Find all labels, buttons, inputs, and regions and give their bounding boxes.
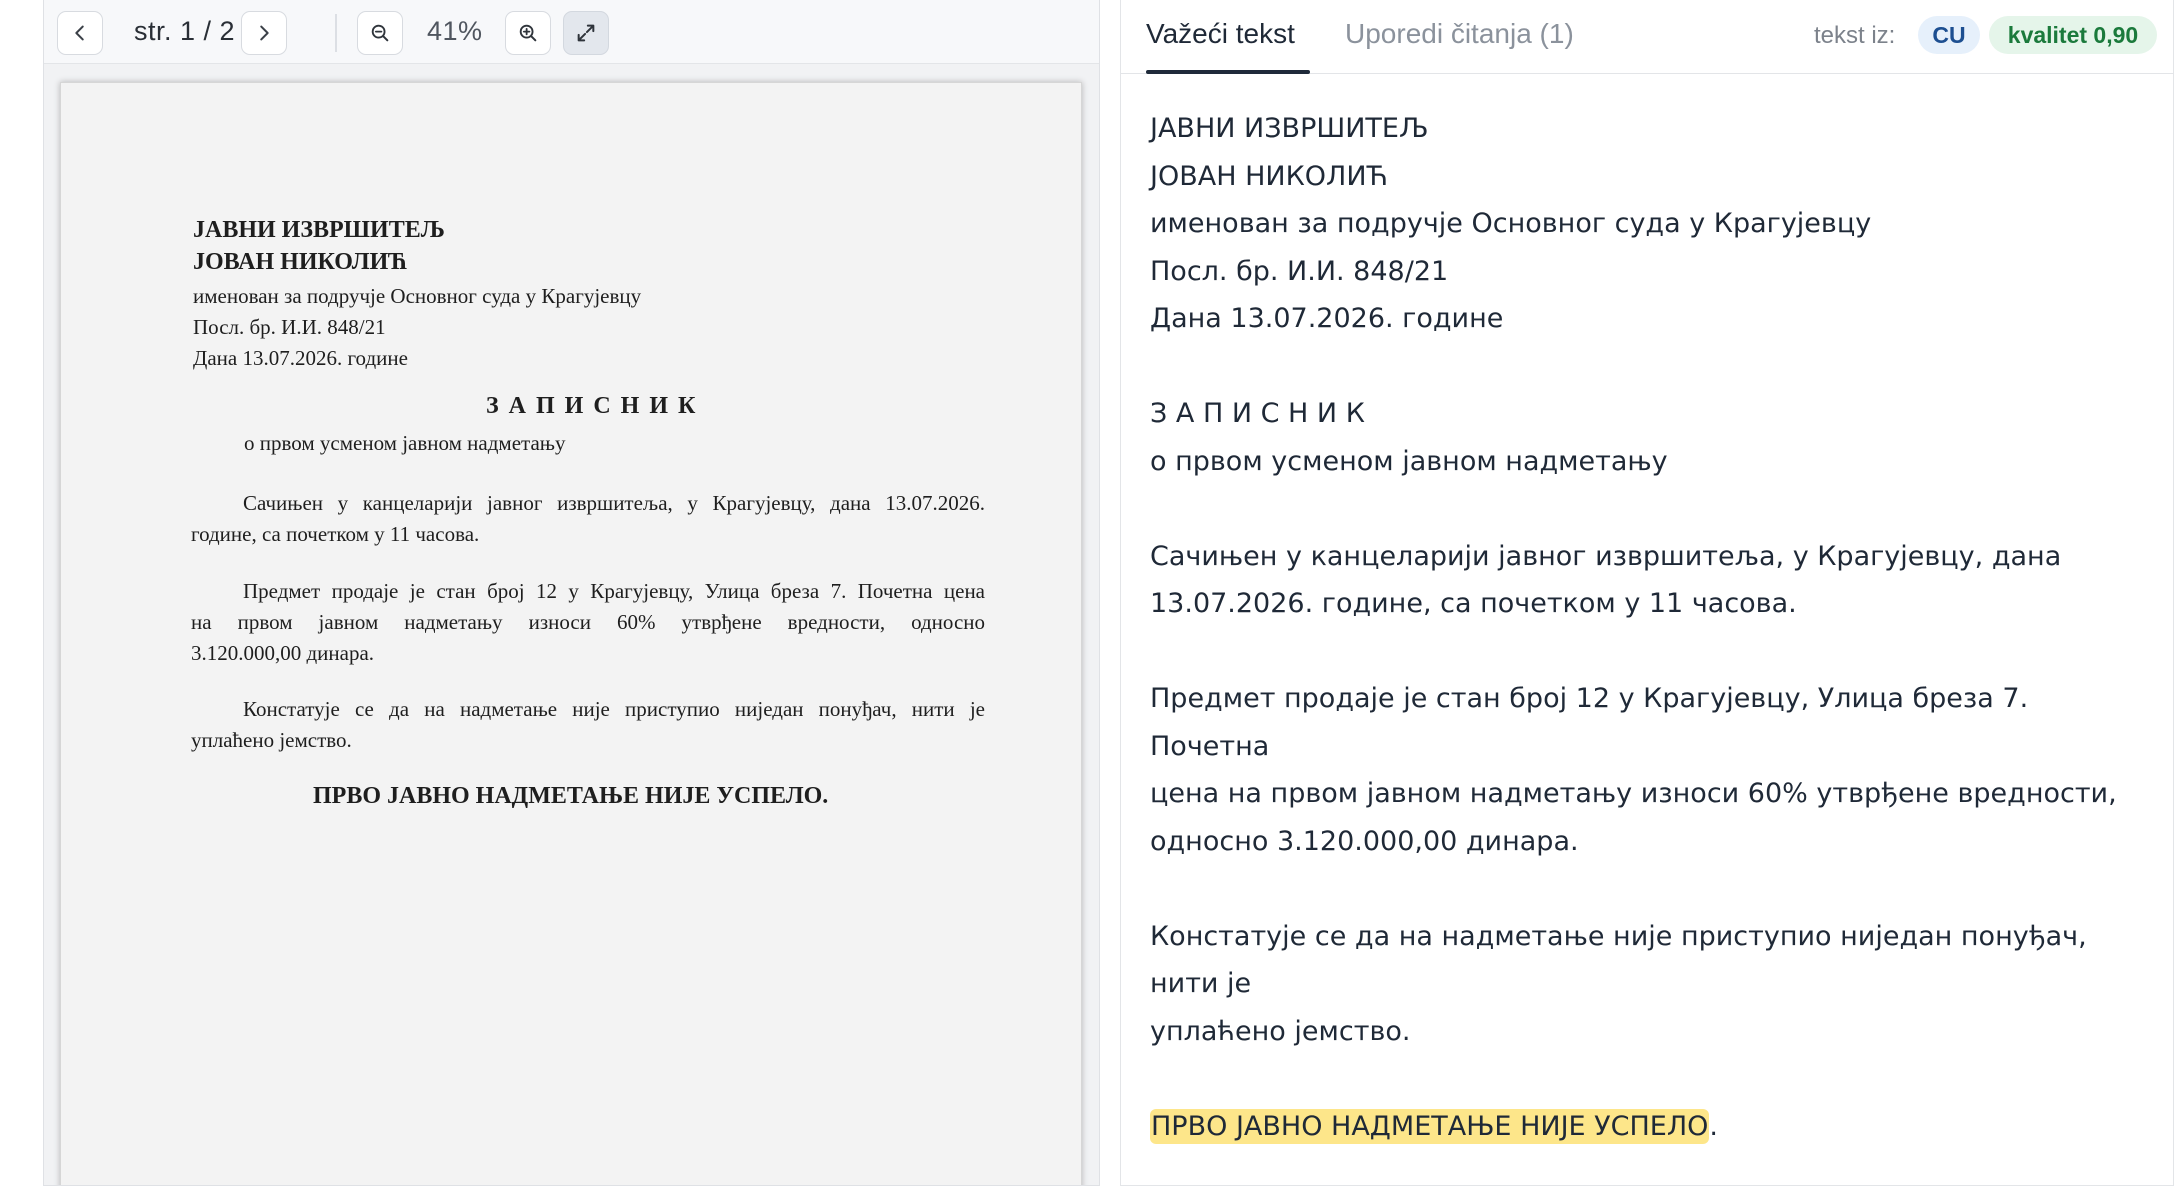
active-tab-indicator <box>1146 70 1310 74</box>
quality-badge: kvalitet 0,90 <box>1989 16 2157 54</box>
document-viewer: str. 1 / 2 41% ЈАВНИ ИЗВРШИТЕЉ ЈОВАН НИК… <box>43 0 1100 1186</box>
chevron-right-icon <box>260 25 269 41</box>
transcript-line: односно 3.120.000,00 динара. <box>1150 825 1579 857</box>
fit-page-button[interactable] <box>563 11 609 55</box>
panel-tabs: Važeći tekst Uporedi čitanja (1) tekst i… <box>1121 0 2173 74</box>
transcript-panel: Važeći tekst Uporedi čitanja (1) tekst i… <box>1120 0 2174 1186</box>
transcript-line: ЈАВНИ ИЗВРШИТЕЉ <box>1150 113 1429 144</box>
transcript-line: ЈОВАН НИКОЛИЋ <box>1150 160 1388 192</box>
scan-line: Посл. бр. И.И. 848/21 <box>193 315 386 339</box>
viewer-toolbar: str. 1 / 2 41% <box>44 0 1099 64</box>
scan-line: Констатује се да на надметање није прист… <box>243 697 985 721</box>
highlighted-segment[interactable]: ПРВО ЈАВНО НАДМЕТАЊЕ НИЈЕ УСПЕЛО <box>1150 1108 1710 1144</box>
transcript-line: именован за подручје Основног суда у Кра… <box>1150 208 1872 239</box>
zoom-out-button[interactable] <box>357 11 403 55</box>
scan-line: 3.120.000,00 динара. <box>191 641 375 665</box>
chevron-left-icon <box>75 25 84 41</box>
transcript-text: ЈАВНИ ИЗВРШИТЕЉ ЈОВАН НИКОЛИЋ именован з… <box>1150 105 2150 1150</box>
scanned-document: ЈАВНИ ИЗВРШИТЕЉ ЈОВАН НИКОЛИЋ именован з… <box>61 83 1081 1185</box>
transcript-line: Посл. бр. И.И. 848/21 <box>1150 255 1449 287</box>
source-badge: CU <box>1918 16 1980 54</box>
transcript-line: 13.07.2026. године, са почетком у 11 час… <box>1150 588 1797 619</box>
tab-valid-text[interactable]: Važeći tekst <box>1146 18 1295 50</box>
source-label: tekst iz: <box>1814 22 1896 49</box>
scan-line: године, са почетком у 11 часова. <box>191 522 480 546</box>
scan-conclusion: ПРВО ЈАВНО НАДМЕТАЊЕ НИЈЕ УСПЕЛО. <box>313 783 829 809</box>
zoom-out-icon <box>371 24 389 42</box>
transcript-line: З А П И С Н И К <box>1150 398 1365 429</box>
transcript-line: Дана 13.07.2026. године <box>1150 303 1504 334</box>
scan-heading-1: ЈАВНИ ИЗВРШИТЕЉ <box>193 217 445 243</box>
scan-subtitle: о првом усменом јавном надметању <box>244 431 566 455</box>
transcript-line: ПРВО ЈАВНО НАДМЕТАЊЕ НИЈЕ УСПЕЛО. <box>1150 1103 2150 1151</box>
scan-line: уплаћено јемство. <box>191 728 352 752</box>
tab-compare-readings[interactable]: Uporedi čitanja (1) <box>1345 18 1574 50</box>
scan-line: Сачињен у канцеларији јавног извршитеља,… <box>243 491 985 515</box>
scan-line: Предмет продаје је стан број 12 у Крагуј… <box>243 579 985 603</box>
document-page: ЈАВНИ ИЗВРШИТЕЉ ЈОВАН НИКОЛИЋ именован з… <box>60 82 1082 1185</box>
zoom-in-button[interactable] <box>505 11 551 55</box>
expand-icon <box>577 24 595 42</box>
transcript-line: Сачињен у канцеларији јавног извршитеља,… <box>1150 540 2062 572</box>
transcript-line: Констатује се да на надметање није прист… <box>1150 920 2087 1000</box>
prev-page-button[interactable] <box>57 11 103 55</box>
zoom-level: 41% <box>427 16 483 46</box>
scan-heading-2: ЈОВАН НИКОЛИЋ <box>193 249 408 275</box>
next-page-button[interactable] <box>241 11 287 55</box>
page-indicator: str. 1 / 2 <box>134 16 236 46</box>
scan-title: З А П И С Н И К <box>486 393 698 419</box>
scan-line: Дана 13.07.2026. године <box>193 346 408 370</box>
transcript-line: о првом усменом јавном надметању <box>1150 445 1668 477</box>
scan-line: именован за подручје Основног суда у Кра… <box>193 284 642 308</box>
zoom-in-icon <box>519 24 537 42</box>
scan-line: на првом јавном надметању износи 60% утв… <box>191 610 985 634</box>
transcript-line: уплаћено јемство. <box>1150 1015 1411 1047</box>
transcript-line: Предмет продаје је стан број 12 у Крагуј… <box>1150 683 2029 762</box>
trailing-punctuation: . <box>1709 1110 1718 1142</box>
transcript-line: цена на првом јавном надметању износи 60… <box>1150 778 2117 809</box>
toolbar-divider <box>335 14 337 52</box>
